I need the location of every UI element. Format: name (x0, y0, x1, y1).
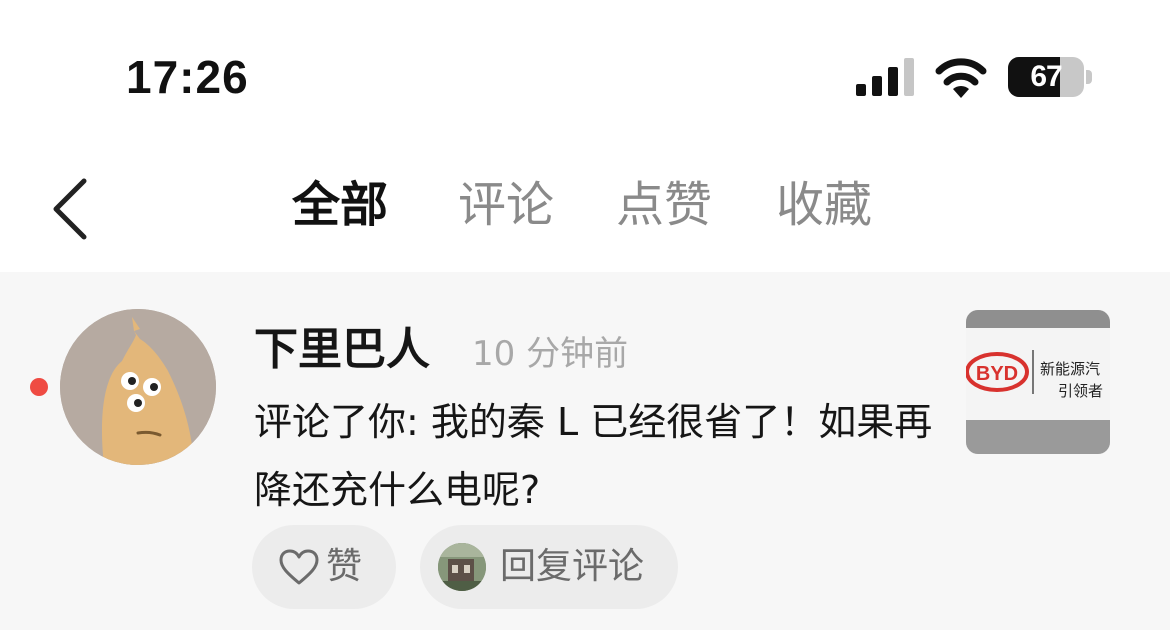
like-button[interactable]: 赞 (252, 525, 396, 609)
heart-icon (279, 549, 319, 585)
post-thumbnail[interactable]: BYD 新能源汽 引领者 (966, 310, 1110, 454)
reply-label: 回复评论 (500, 546, 645, 587)
comment-text[interactable]: 评论了你: 我的秦 L 已经很省了！如果再降还充什么电呢? (254, 388, 944, 524)
wifi-icon (935, 58, 987, 98)
status-bar: 17:26 67 (0, 0, 1170, 150)
signal-icon (856, 58, 914, 96)
nav-bar: 全部 评论 点赞 收藏 (0, 150, 1170, 272)
reply-comment-button[interactable]: 回复评论 (420, 525, 678, 609)
avatar-character-icon (60, 309, 216, 465)
timestamp: 10 分钟前 (472, 334, 629, 374)
battery-cap (1086, 70, 1092, 84)
status-time: 17:26 (126, 51, 249, 103)
avatar[interactable] (60, 309, 216, 465)
like-label: 赞 (326, 546, 363, 587)
tab-all[interactable]: 全部 (292, 175, 388, 235)
sign-line-2: 引领者 (1058, 382, 1103, 400)
username[interactable]: 下里巴人 (254, 322, 430, 378)
tab-favorites[interactable]: 收藏 (776, 175, 872, 235)
byd-dealership-image: BYD 新能源汽 引领者 (966, 310, 1110, 454)
tab-comments[interactable]: 评论 (458, 175, 554, 235)
unread-dot (30, 378, 48, 396)
tab-likes[interactable]: 点赞 (616, 175, 712, 235)
sign-line-1: 新能源汽 (1040, 360, 1100, 378)
byd-logo-text: BYD (976, 363, 1018, 385)
chevron-left-icon[interactable] (46, 176, 96, 242)
battery-icon: 67 (1008, 57, 1084, 97)
battery-level: 67 (1030, 60, 1062, 93)
notification-item[interactable]: 下里巴人 10 分钟前 评论了你: 我的秦 L 已经很省了！如果再降还充什么电呢… (0, 272, 1170, 630)
my-avatar (438, 543, 486, 591)
